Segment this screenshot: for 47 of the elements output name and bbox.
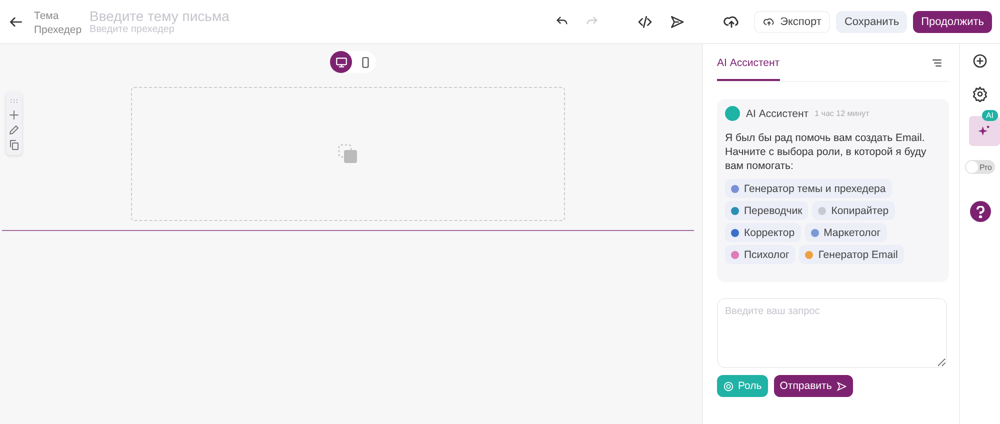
message-author: AI Ассистент (746, 108, 809, 120)
role-icon (818, 206, 826, 214)
assistant-tab[interactable]: AI Ассистент (717, 44, 780, 81)
desktop-view-toggle[interactable] (330, 51, 352, 73)
role-chip[interactable]: Копирайтер (812, 201, 895, 220)
add-circle-icon[interactable] (972, 53, 988, 69)
copy-icon[interactable] (8, 139, 20, 151)
role-chip[interactable]: Генератор Email (799, 245, 904, 264)
pencil-icon[interactable] (8, 124, 20, 136)
ai-badge: AI (982, 110, 998, 121)
add-icon[interactable] (8, 109, 20, 121)
role-icon (731, 206, 739, 214)
ai-assistant-tool[interactable] (968, 116, 1000, 146)
message-time: 1 час 12 минут (814, 109, 870, 118)
role-icon (810, 228, 819, 236)
continue-button[interactable]: Продолжить (913, 10, 992, 32)
message-text: Я был бы рад помочь вам создать Email. Начните с выбора роли, в которой я буду вам помогать: (725, 131, 928, 173)
assistant-avatar-icon (725, 106, 740, 121)
target-icon (723, 380, 734, 392)
settings-icon[interactable] (972, 86, 988, 102)
empty-block-icon (338, 144, 358, 164)
role-chip[interactable]: Генератор темы и прехедера (725, 179, 892, 198)
role-chip[interactable]: Маркетолог (804, 223, 887, 242)
menu-icon[interactable] (931, 56, 943, 68)
query-field[interactable]: Введите ваш запрос (717, 298, 947, 368)
send-icon[interactable] (669, 14, 686, 30)
desktop-icon (334, 56, 348, 68)
preheader-field[interactable]: Введите прехедер (90, 24, 290, 35)
role-chip[interactable]: Корректор (725, 223, 801, 242)
send-icon (836, 380, 847, 392)
subject-label: Тема (34, 10, 60, 22)
role-icon (731, 250, 739, 258)
sparkles-icon (977, 124, 991, 138)
role-chip[interactable]: Переводчик (725, 201, 808, 220)
role-icon (731, 184, 739, 192)
export-button[interactable]: Экспорт (754, 10, 830, 32)
role-icon (731, 228, 739, 236)
code-icon[interactable] (637, 14, 654, 30)
cloud-upload-icon (763, 16, 776, 28)
preheader-label: Прехедер (34, 24, 82, 36)
help-icon[interactable] (970, 201, 990, 222)
subject-field[interactable]: Введите тему письма (90, 8, 330, 24)
send-button[interactable]: Отправить (774, 375, 853, 397)
role-chip[interactable]: Психолог (725, 245, 796, 264)
save-button[interactable]: Сохранить (836, 10, 908, 32)
pro-toggle[interactable]: Pro (965, 160, 995, 174)
role-icon (805, 250, 814, 258)
